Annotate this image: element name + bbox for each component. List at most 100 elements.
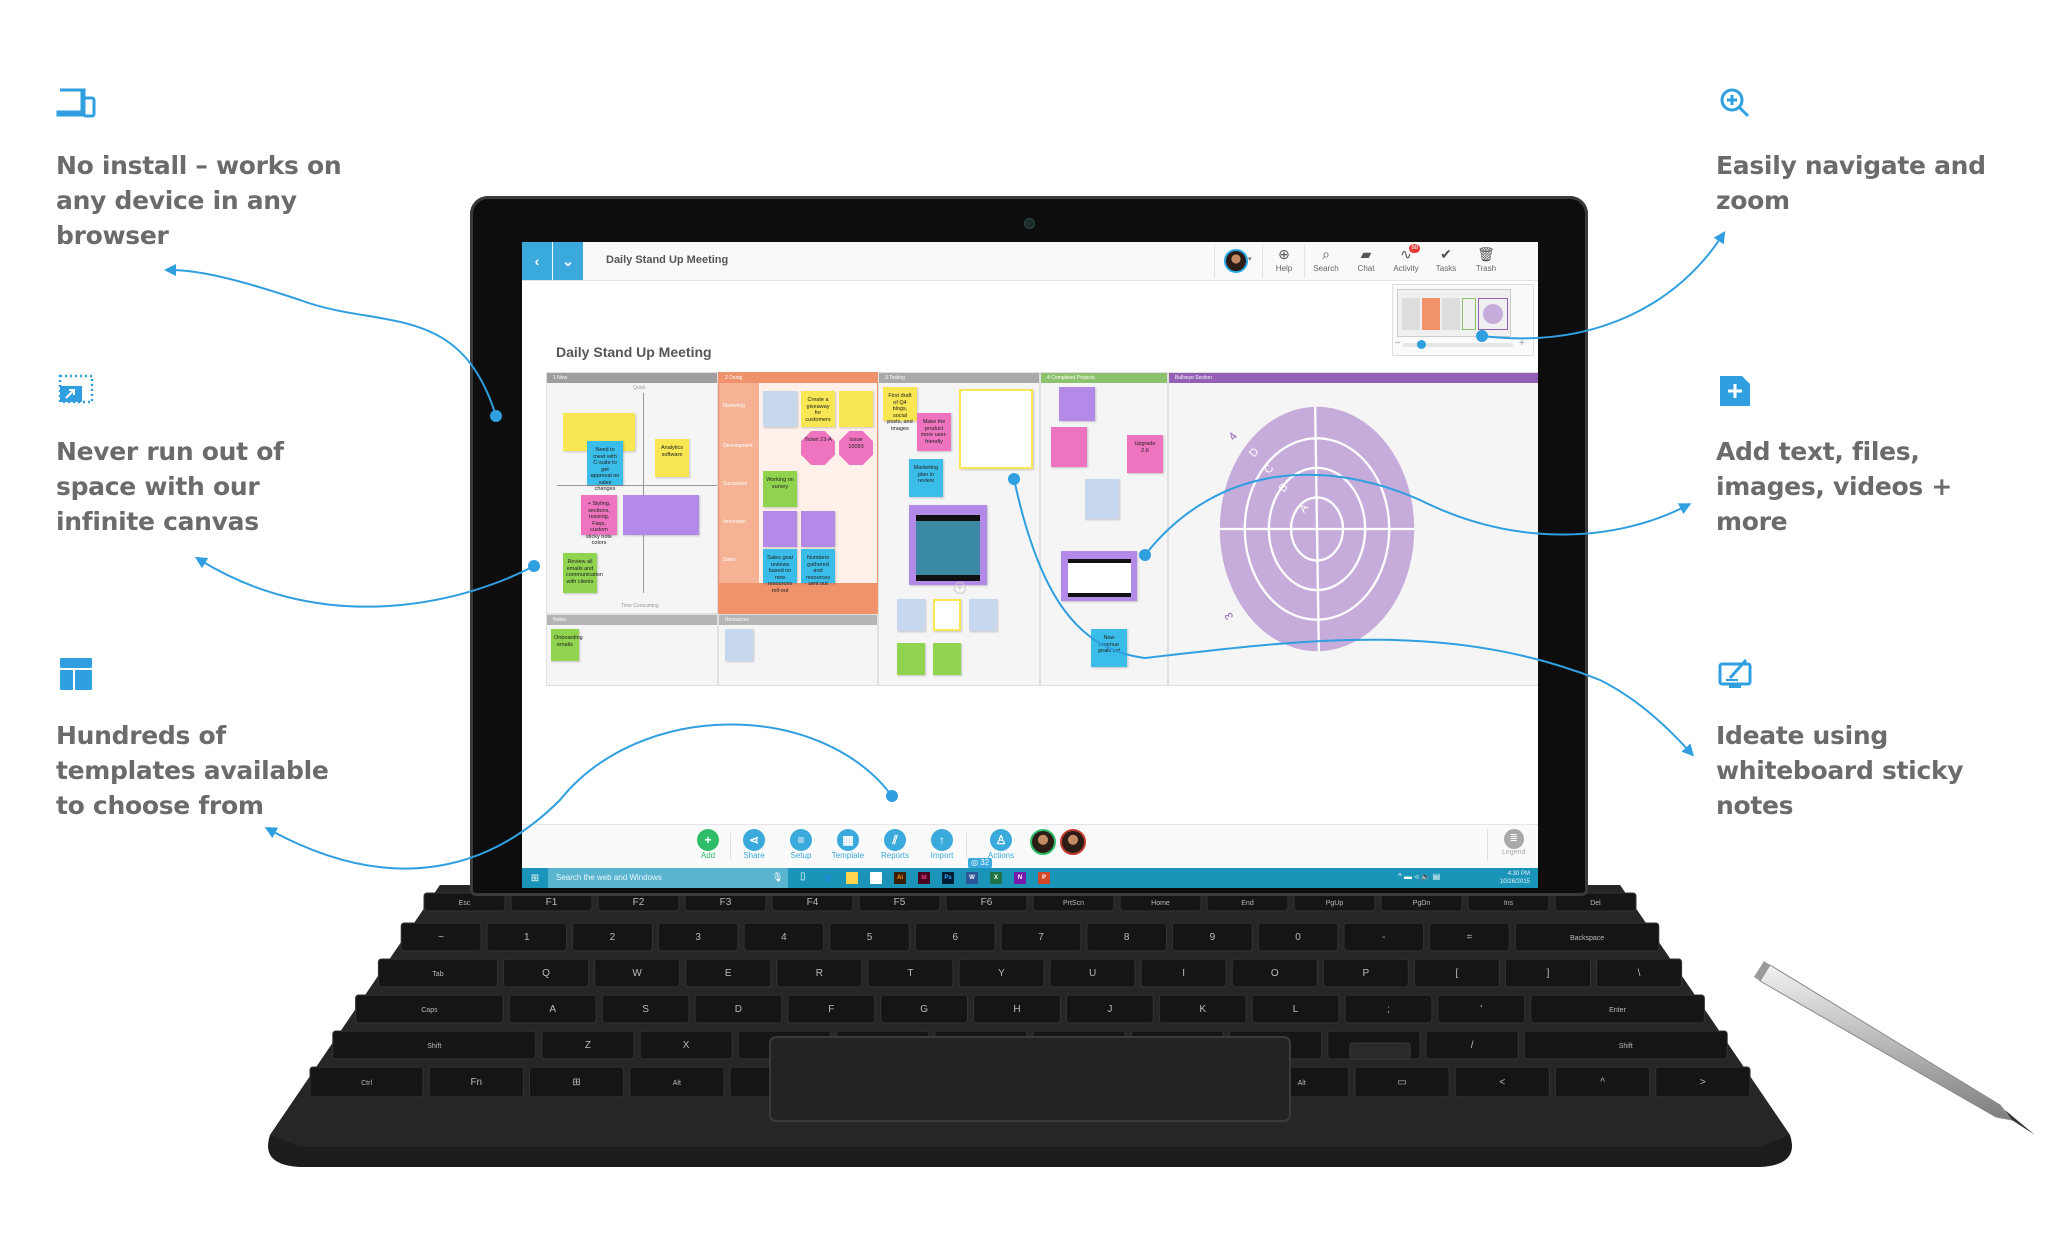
taskbar-search-input[interactable]: Search the web and Windows [548,868,788,888]
sticky-note[interactable]: New revenue goals set [1091,629,1127,667]
minimap[interactable]: − + [1392,284,1534,356]
minimap-viewport[interactable] [1397,289,1511,337]
participants-count[interactable]: ◎ 32 [968,858,993,868]
powerpoint-icon[interactable]: P [1038,872,1050,884]
word-icon[interactable]: W [966,872,978,884]
import-button[interactable]: ↑ Import [922,829,962,860]
reports-button[interactable]: ⫽ Reports [875,829,915,860]
windows-start-button[interactable]: ⊞ [522,868,548,888]
sticky-note[interactable]: Make the product more user-friendly [917,413,951,451]
file-card[interactable] [763,391,797,427]
keyboard-key-label: A [549,1004,556,1015]
sticky-note[interactable]: Working on survey [763,471,797,507]
image-card[interactable] [801,511,835,547]
photoshop-icon[interactable]: Ps [942,872,954,884]
keyboard-key-label: [ [1456,968,1459,979]
add-button[interactable]: + Add [688,829,728,860]
keyboard-key-label: L [1293,1004,1299,1015]
actions-button[interactable]: ♙ Actions [981,829,1021,860]
section-resources[interactable]: Resources [718,614,878,686]
participant-avatar[interactable] [1060,829,1086,855]
bullseye-chart[interactable]: A B C D 4 3 [1212,404,1422,654]
sticky-note[interactable]: Review all emails and communication with… [563,553,603,593]
chat-icon: ▰ [1360,246,1372,262]
edge-icon[interactable]: e [822,872,834,884]
image-card[interactable] [933,599,961,631]
avatar-dropdown-icon[interactable]: ▾ [1248,255,1252,263]
keyboard-key-label: PgUp [1326,900,1344,907]
sticky-note[interactable]: Sales goal reviews based on new resource… [763,549,797,594]
back-button[interactable]: ‹ [522,242,552,280]
file-card[interactable] [1085,479,1119,519]
template-button[interactable]: ▦ Template [828,829,868,860]
sticky-note[interactable] [1051,427,1087,467]
illustrator-icon[interactable]: Ai [894,872,906,884]
sticky-note[interactable]: Upgrade 2.6 [1127,435,1163,473]
file-card[interactable] [763,511,797,547]
image-card[interactable] [1059,387,1095,421]
keyboard-key-label: 0 [1295,932,1301,943]
share-button[interactable]: ⋖ Share [734,829,774,860]
sticky-note[interactable]: Analytics software [655,439,689,477]
sticky-note[interactable]: Create a giveaway for customers [801,391,835,427]
quadrant-label: 3 [1223,610,1236,621]
file-card[interactable] [725,629,753,661]
tasks-button[interactable]: ✔ Tasks [1426,244,1466,278]
image-card[interactable] [623,495,699,535]
sticky-note[interactable]: First draft of Q4 blogs, social posts, a… [883,387,917,432]
sticky-note[interactable]: + Styling, sections, resizing, Faqs, cus… [581,495,617,546]
sticky-note[interactable]: Onboarding emails [551,629,583,661]
store-icon[interactable] [870,872,882,884]
keyboard-key-label: H [1013,1004,1020,1015]
video-card[interactable] [909,505,987,585]
section-testing[interactable]: 3 Testing First draft of Q4 blogs, socia… [878,372,1040,686]
file-card[interactable] [897,599,925,631]
section-new[interactable]: 1 New Quick Time Consuming Need to meet … [546,372,718,614]
video-card[interactable] [1061,551,1137,601]
trash-button[interactable]: 🗑 Trash [1466,244,1506,278]
taskbar-clock[interactable]: 4:30 PM 10/26/2015 [1500,870,1530,886]
legend-button[interactable]: ≣ Legend [1502,829,1525,856]
section-header: 4 Completed Projects [1041,373,1167,383]
indesign-icon[interactable]: Id [918,872,930,884]
participant-avatar[interactable] [1030,829,1056,855]
system-tray-icons[interactable]: ^ ▬ ◃ 🔈 ▤ [1398,872,1440,881]
file-explorer-icon[interactable] [846,872,858,884]
feature-no-install: No install – works on any device in any … [56,86,356,253]
feature-templates: Hundreds of templates available to choos… [56,656,356,823]
user-avatar[interactable] [1224,249,1248,273]
zoom-slider[interactable] [1403,340,1513,349]
sticky-note[interactable]: Numbers gathered and resources sent out [801,549,835,587]
setup-button[interactable]: ≡ Setup [781,829,821,860]
section-notes[interactable]: Notes Onboarding emails [546,614,718,686]
add-section-button[interactable]: + [954,582,966,594]
chat-button[interactable]: ▰ Chat [1346,244,1386,278]
activity-icon: ∿ [1400,246,1412,262]
onenote-icon[interactable]: N [1014,872,1026,884]
file-card[interactable] [969,599,997,631]
file-card[interactable] [839,391,873,427]
board-menu-button[interactable]: ⌄ [553,242,583,280]
excel-icon[interactable]: X [990,872,1002,884]
zoom-in-button[interactable]: + [1519,338,1525,349]
file-card[interactable] [897,643,925,675]
activity-button[interactable]: ∿ Activity 88 [1386,244,1426,278]
touchpad[interactable] [769,1036,1291,1122]
section-header: 2 Doing [719,373,877,383]
keyboard-key-label: ; [1387,1004,1390,1015]
menu-icon: ≡ [790,829,812,851]
file-card[interactable] [933,643,961,675]
keyboard-key-label: 6 [952,932,958,943]
zoom-out-button[interactable]: − [1395,338,1401,349]
sticky-note[interactable]: Marketing plan in review [909,459,943,497]
section-doing[interactable]: 2 Doing Marketing Development Successes … [718,372,878,614]
task-view-icon[interactable]: ▯ [800,871,806,882]
keyboard-cover: Esc F1 F2 F3 F4 F5 F6 PrtScn Home End PgUp PgDn Ins D… [268,885,1792,1167]
microphone-icon[interactable]: 🎙 [772,872,783,883]
section-completed[interactable]: 4 Completed Projects Upgrade 2.6 New rev… [1040,372,1168,686]
image-card[interactable] [959,389,1033,469]
zoom-slider-handle[interactable] [1417,340,1426,349]
help-button[interactable]: ⊕ Help [1264,244,1304,278]
sticky-note[interactable]: Need to meet with C-suite to get approva… [587,441,623,492]
search-button[interactable]: ⌕ Search [1306,244,1346,278]
